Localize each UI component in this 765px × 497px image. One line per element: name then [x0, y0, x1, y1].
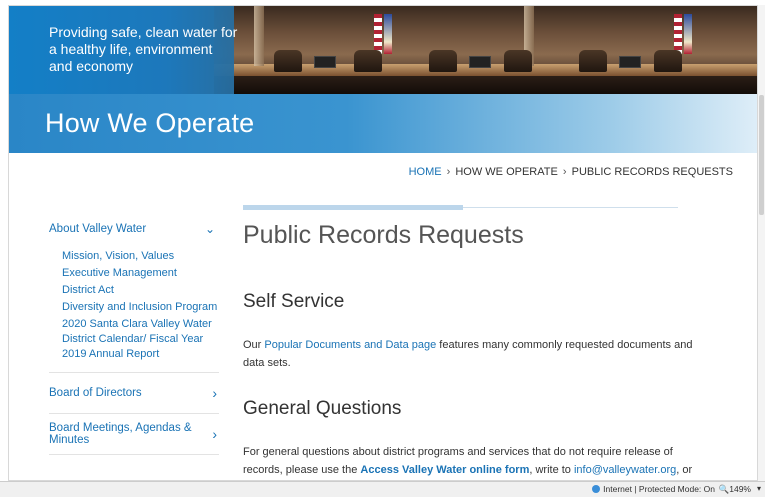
sidebar-nav: About Valley Water ⌄ Mission, Vision, Va…: [49, 219, 219, 465]
sidebar-divider: [49, 413, 219, 414]
access-valley-water-link[interactable]: Access Valley Water online form: [360, 464, 529, 476]
subnav-item-executive[interactable]: Executive Management: [62, 266, 219, 281]
sidebar-item-label: About Valley Water: [49, 223, 147, 235]
sidebar-subnav: Mission, Vision, Values Executive Manage…: [49, 249, 219, 362]
breadcrumb-separator: ›: [562, 166, 567, 178]
self-service-text: Our Popular Documents and Data page feat…: [243, 339, 693, 369]
globe-icon: [592, 485, 601, 493]
sidebar-item-about[interactable]: About Valley Water ⌄: [49, 219, 219, 239]
general-questions-text: For general questions about district pro…: [243, 446, 693, 476]
sidebar-divider: [49, 372, 219, 373]
section-title-bar: How We Operate: [9, 94, 757, 153]
breadcrumb-section[interactable]: HOW WE OPERATE: [455, 166, 557, 178]
general-questions-heading: General Questions: [243, 398, 402, 419]
vertical-scrollbar[interactable]: [758, 5, 765, 481]
self-service-heading: Self Service: [243, 291, 345, 312]
sidebar-item-label: Board of Directors: [49, 387, 142, 399]
breadcrumb-separator: ›: [446, 166, 451, 178]
subnav-item-diversity[interactable]: Diversity and Inclusion Program: [62, 300, 219, 315]
subnav-item-calendar[interactable]: 2020 Santa Clara Valley Water District C…: [62, 317, 219, 362]
sidebar-item-meetings[interactable]: Board Meetings, Agendas & Minutes ›: [49, 422, 219, 446]
sidebar-item-label: Board Meetings, Agendas & Minutes: [49, 422, 192, 446]
section-title: How We Operate: [45, 108, 255, 138]
scroll-thumb[interactable]: [759, 95, 764, 215]
chevron-down-icon[interactable]: ⌄: [205, 222, 215, 236]
browser-viewport: Providing safe, clean water for a health…: [8, 5, 758, 481]
zoom-level[interactable]: 🔍149%: [719, 484, 751, 495]
popular-documents-link[interactable]: Popular Documents and Data page: [264, 339, 436, 351]
breadcrumb-current: PUBLIC RECORDS REQUESTS: [571, 166, 733, 178]
zoom-caret-icon[interactable]: ▾: [757, 484, 761, 493]
breadcrumb-home[interactable]: HOME: [409, 166, 442, 178]
chevron-right-icon: ›: [212, 385, 217, 401]
title-accent: [243, 205, 463, 210]
subnav-item-mission[interactable]: Mission, Vision, Values: [62, 249, 219, 264]
security-zone: Internet | Protected Mode: On: [592, 484, 715, 494]
site-tagline: Providing safe, clean water for a health…: [49, 24, 238, 74]
browser-status-bar: Internet | Protected Mode: On 🔍149% ▾: [0, 481, 765, 497]
board-room-photo: [214, 6, 757, 94]
header-banner: Providing safe, clean water for a health…: [9, 6, 757, 94]
sidebar-divider: [49, 454, 219, 455]
info-email-link[interactable]: info@valleywater.org: [574, 464, 676, 476]
sidebar-item-board[interactable]: Board of Directors ›: [49, 383, 219, 403]
breadcrumb: HOME › HOW WE OPERATE › PUBLIC RECORDS R…: [409, 166, 733, 178]
chevron-right-icon: ›: [212, 426, 217, 442]
page-title: Public Records Requests: [243, 221, 524, 249]
subnav-item-district-act[interactable]: District Act: [62, 283, 219, 298]
